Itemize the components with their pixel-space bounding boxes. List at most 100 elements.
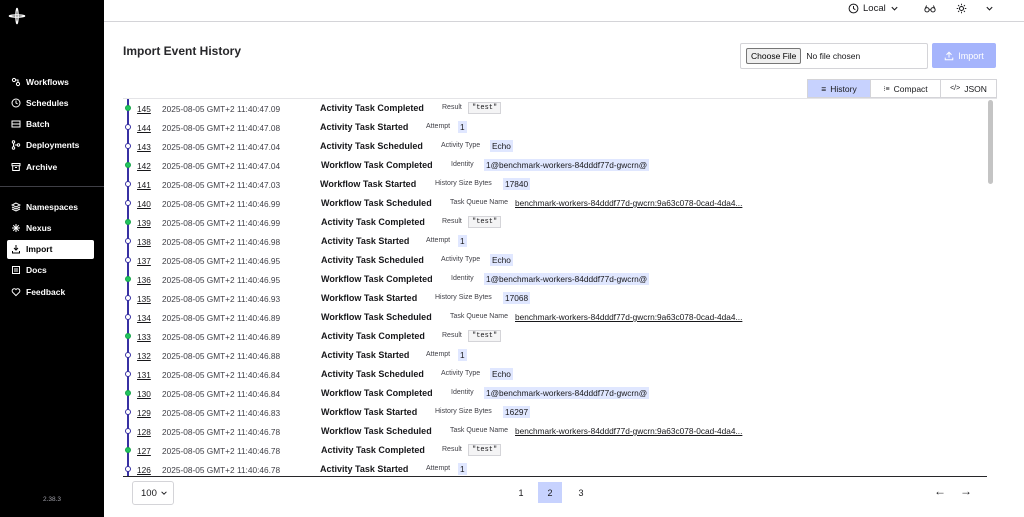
sidebar-item-import[interactable]: Import [7,239,94,259]
event-id-link[interactable]: 130 [137,389,151,399]
event-row[interactable]: 129 2025-08-05 GMT+2 11:40:46.83 Workflow … [123,403,985,422]
sidebar-item-schedules[interactable]: Schedules [7,93,94,112]
page-1-button[interactable]: 1 [509,482,533,503]
event-type[interactable]: Workflow Task Scheduled [321,426,432,436]
tab-history[interactable]: ≡ History [808,80,870,97]
event-type[interactable]: Activity Task Scheduled [321,255,424,265]
per-page-select[interactable]: 100 [132,481,174,505]
event-row[interactable]: 132 2025-08-05 GMT+2 11:40:46.88 Activity … [123,346,985,365]
event-timestamp: 2025-08-05 GMT+2 11:40:47.08 [162,123,281,133]
event-row[interactable]: 140 2025-08-05 GMT+2 11:40:46.99 Workflow … [123,194,985,213]
event-id-link[interactable]: 132 [137,351,151,361]
event-type[interactable]: Workflow Task Started [320,179,416,189]
chevron-down-icon [161,491,167,495]
event-type[interactable]: Activity Task Completed [321,331,425,341]
event-id-link[interactable]: 127 [137,446,151,456]
event-row[interactable]: 141 2025-08-05 GMT+2 11:40:47.03 Workflow … [123,175,985,194]
event-id-link[interactable]: 134 [137,313,151,323]
sidebar-item-workflows[interactable]: Workflows [7,72,94,91]
event-type[interactable]: Activity Task Started [320,464,408,474]
event-row[interactable]: 136 2025-08-05 GMT+2 11:40:46.95 Workflow … [123,270,985,289]
sidebar-item-feedback[interactable]: Feedback [7,282,94,301]
task-queue-link[interactable]: benchmark-workers-84dddf77d-gwcrn:9a63c0… [515,425,742,437]
event-id-link[interactable]: 137 [137,256,151,266]
temporal-logo-icon[interactable] [8,7,26,25]
event-row[interactable]: 135 2025-08-05 GMT+2 11:40:46.93 Workflow … [123,289,985,308]
previous-page-button[interactable]: ← [934,484,946,498]
event-type[interactable]: Activity Task Completed [321,217,425,227]
event-id-link[interactable]: 144 [137,123,151,133]
event-detail-value: "test" [468,216,502,228]
environment-dropdown[interactable]: Local [848,3,899,14]
event-type[interactable]: Workflow Task Scheduled [321,312,432,322]
event-id-link[interactable]: 140 [137,199,151,209]
event-row[interactable]: 126 2025-08-05 GMT+2 11:40:46.78 Activity … [123,460,985,477]
tab-compact[interactable]: ⁝≡ Compact [870,80,940,97]
event-row[interactable]: 128 2025-08-05 GMT+2 11:40:46.78 Workflow … [123,422,985,441]
event-type[interactable]: Workflow Task Started [321,293,417,303]
event-type[interactable]: Activity Task Started [321,350,409,360]
sidebar-item-namespaces[interactable]: Namespaces [7,197,94,216]
event-id-link[interactable]: 131 [137,370,151,380]
event-id-link[interactable]: 142 [137,161,151,171]
page-3-button[interactable]: 3 [569,482,593,503]
event-type[interactable]: Activity Task Completed [320,103,424,113]
file-input[interactable]: Choose File No file chosen [740,43,928,69]
event-type[interactable]: Workflow Task Completed [321,160,433,170]
event-id-link[interactable]: 138 [137,237,151,247]
event-type[interactable]: Workflow Task Started [321,407,417,417]
event-row[interactable]: 145 2025-08-05 GMT+2 11:40:47.09 Activity … [123,99,985,118]
event-id-link[interactable]: 141 [137,180,151,190]
data-encoder-button[interactable] [924,3,936,14]
event-row[interactable]: 130 2025-08-05 GMT+2 11:40:46.84 Workflow … [123,384,985,403]
event-type[interactable]: Workflow Task Completed [321,388,433,398]
event-row[interactable]: 127 2025-08-05 GMT+2 11:40:46.78 Activity … [123,441,985,460]
event-type[interactable]: Activity Task Started [321,236,409,246]
event-type[interactable]: Activity Task Started [320,122,408,132]
event-id-link[interactable]: 136 [137,275,151,285]
event-row[interactable]: 143 2025-08-05 GMT+2 11:40:47.04 Activity … [123,137,985,156]
theme-dropdown[interactable] [956,3,994,14]
event-type[interactable]: Activity Task Scheduled [320,141,423,151]
event-detail-value: 1@benchmark-workers-84dddf77d-gwcrn@ [484,387,650,399]
next-page-button[interactable]: → [960,484,972,498]
event-type[interactable]: Workflow Task Completed [321,274,433,284]
event-type[interactable]: Activity Task Scheduled [321,369,424,379]
event-id-link[interactable]: 133 [137,332,151,342]
event-row[interactable]: 131 2025-08-05 GMT+2 11:40:46.84 Activity … [123,365,985,384]
sidebar-item-batch[interactable]: Batch [7,115,94,134]
event-type[interactable]: Activity Task Completed [321,445,425,455]
batch-icon [11,119,21,129]
choose-file-button[interactable]: Choose File [746,48,802,64]
event-id-link[interactable]: 126 [137,465,151,475]
page-2-button[interactable]: 2 [538,482,562,503]
event-row[interactable]: 137 2025-08-05 GMT+2 11:40:46.95 Activity … [123,251,985,270]
event-row[interactable]: 133 2025-08-05 GMT+2 11:40:46.89 Activity … [123,327,985,346]
task-queue-link[interactable]: benchmark-workers-84dddf77d-gwcrn:9a63c0… [515,197,742,209]
event-id-link[interactable]: 128 [137,427,151,437]
event-row[interactable]: 139 2025-08-05 GMT+2 11:40:46.99 Activity … [123,213,985,232]
sidebar-item-deployments[interactable]: Deployments [7,136,94,155]
event-id-link[interactable]: 143 [137,142,151,152]
event-id-link[interactable]: 135 [137,294,151,304]
history-icon: ≡ [821,83,827,94]
sidebar-item-nexus[interactable]: Nexus [7,218,94,237]
nexus-icon [11,223,21,233]
sidebar-item-archive[interactable]: Archive [7,157,94,176]
event-row[interactable]: 142 2025-08-05 GMT+2 11:40:47.04 Workflow … [123,156,985,175]
event-row[interactable]: 144 2025-08-05 GMT+2 11:40:47.08 Activity … [123,118,985,137]
timeline-dot-icon [125,143,131,149]
event-type[interactable]: Workflow Task Scheduled [321,198,432,208]
import-button[interactable]: Import [932,43,996,68]
event-id-link[interactable]: 145 [137,104,151,114]
event-id-link[interactable]: 129 [137,408,151,418]
event-detail-value: Echo [490,368,513,380]
task-queue-link[interactable]: benchmark-workers-84dddf77d-gwcrn:9a63c0… [515,311,742,323]
scrollbar[interactable] [988,100,993,184]
archive-icon [11,162,21,172]
event-id-link[interactable]: 139 [137,218,151,228]
event-row[interactable]: 134 2025-08-05 GMT+2 11:40:46.89 Workflow … [123,308,985,327]
sidebar-item-docs[interactable]: Docs [7,261,94,280]
event-row[interactable]: 138 2025-08-05 GMT+2 11:40:46.98 Activity … [123,232,985,251]
tab-json[interactable]: </> JSON [940,80,996,97]
